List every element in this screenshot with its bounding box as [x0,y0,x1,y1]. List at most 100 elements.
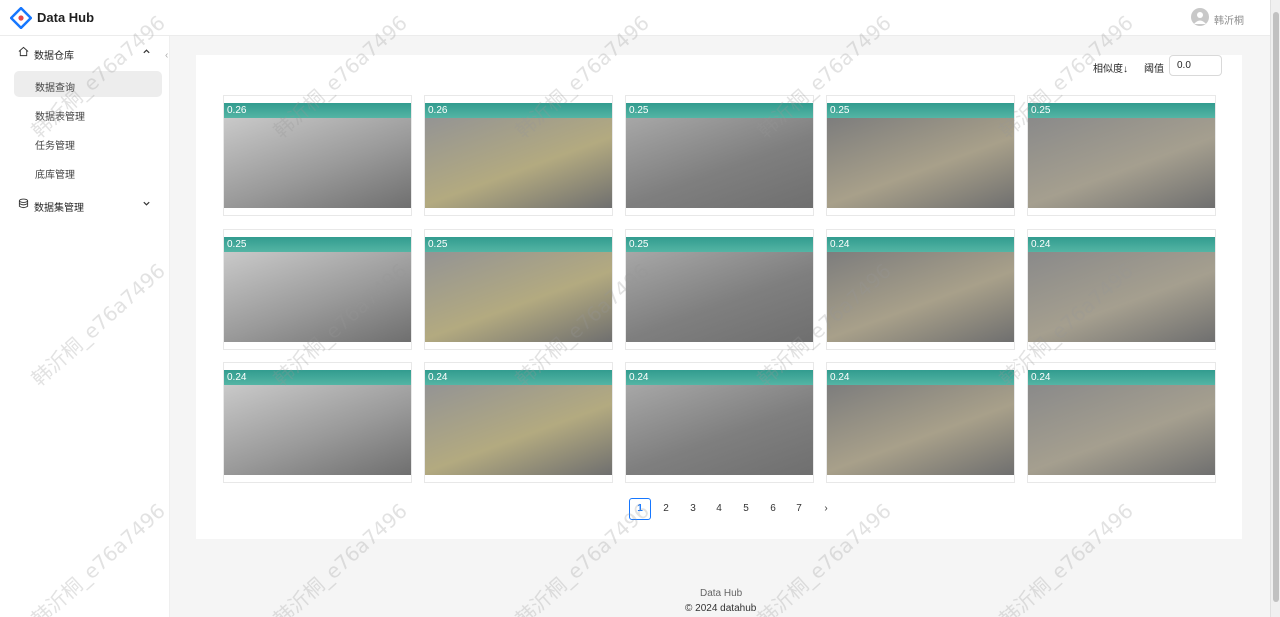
similarity-score: 0.25 [629,105,649,116]
road-scene-image [1028,252,1215,342]
road-scene-image [626,385,813,475]
result-card[interactable]: 0.24 [826,229,1015,350]
result-card[interactable]: 0.26 [223,95,412,216]
page-4[interactable]: 4 [708,498,730,520]
chevron-up-icon [143,49,150,54]
result-card[interactable]: 0.25 [1027,95,1216,216]
home-icon [18,46,29,57]
result-image[interactable]: 0.25 [626,103,813,208]
sidebar-item-task-management[interactable]: 任务管理 [14,129,162,155]
avatar[interactable] [1191,8,1209,26]
page-7[interactable]: 7 [788,498,810,520]
results-panel: 相似度↓ 阈值 0.26 0.26 0.25 0.25 0.25 0.25 0.25 0.25… [196,55,1242,539]
result-image[interactable]: 0.24 [1028,237,1215,342]
score-bar [1028,237,1215,252]
result-image[interactable]: 0.24 [224,370,411,475]
sidebar-item-table-management[interactable]: 数据表管理 [14,100,162,126]
road-scene-image [1028,118,1215,208]
sidebar-item-label: 数据表管理 [35,112,85,123]
database-icon [18,198,29,209]
score-bar [827,237,1014,252]
menu-group-label: 数据集管理 [34,203,84,214]
score-bar [827,103,1014,118]
road-scene-image [425,385,612,475]
user-icon [1194,12,1206,24]
road-scene-image [425,118,612,208]
road-scene-image [626,252,813,342]
result-image[interactable]: 0.24 [1028,370,1215,475]
sidebar-item-label: 数据查询 [35,83,75,94]
sort-similarity-button[interactable]: 相似度↓ [1093,60,1128,75]
footer-app-name: Data Hub [700,588,743,599]
score-bar [425,103,612,118]
result-image[interactable]: 0.24 [626,370,813,475]
score-bar [626,237,813,252]
similarity-score: 0.24 [428,372,448,383]
similarity-score: 0.26 [227,105,247,116]
score-bar [224,237,411,252]
road-scene-image [1028,385,1215,475]
result-card[interactable]: 0.25 [826,95,1015,216]
result-image[interactable]: 0.24 [827,370,1014,475]
menu-group-dataset-management[interactable]: 数据集管理 [0,189,170,219]
result-card[interactable]: 0.24 [1027,362,1216,483]
result-image[interactable]: 0.24 [425,370,612,475]
chevron-down-icon [143,201,150,206]
collapse-sidebar-icon[interactable]: ‹ [165,50,175,62]
similarity-score: 0.24 [830,372,850,383]
result-card[interactable]: 0.25 [223,229,412,350]
top-header: Data Hub 韩沂桐 [0,0,1270,36]
result-card[interactable]: 0.25 [625,95,814,216]
page-1[interactable]: 1 [629,498,651,520]
score-bar [425,237,612,252]
page-3[interactable]: 3 [682,498,704,520]
result-card[interactable]: 0.24 [1027,229,1216,350]
page-2[interactable]: 2 [655,498,677,520]
similarity-score: 0.24 [1031,372,1051,383]
similarity-score: 0.25 [1031,105,1051,116]
logo-icon[interactable] [10,7,32,29]
result-image[interactable]: 0.26 [425,103,612,208]
threshold-input[interactable] [1169,55,1222,76]
road-scene-image [827,385,1014,475]
score-bar [425,370,612,385]
similarity-score: 0.25 [830,105,850,116]
result-card[interactable]: 0.24 [424,362,613,483]
result-card[interactable]: 0.24 [625,362,814,483]
result-card[interactable]: 0.26 [424,95,613,216]
road-scene-image [224,118,411,208]
score-bar [224,370,411,385]
result-card[interactable]: 0.25 [424,229,613,350]
page-scrollbar[interactable] [1270,0,1280,617]
scrollbar-thumb[interactable] [1273,12,1279,602]
result-image[interactable]: 0.25 [224,237,411,342]
score-bar [626,103,813,118]
page-6[interactable]: 6 [762,498,784,520]
result-image[interactable]: 0.25 [626,237,813,342]
similarity-score: 0.24 [830,239,850,250]
road-scene-image [827,118,1014,208]
result-card[interactable]: 0.24 [826,362,1015,483]
score-bar [626,370,813,385]
username[interactable]: 韩沂桐 [1214,12,1244,27]
result-image[interactable]: 0.25 [827,103,1014,208]
result-image[interactable]: 0.26 [224,103,411,208]
result-image[interactable]: 0.25 [1028,103,1215,208]
next-page-button[interactable]: › [815,498,837,520]
sidebar-item-base-library[interactable]: 底库管理 [14,158,162,184]
result-card[interactable]: 0.25 [625,229,814,350]
similarity-score: 0.24 [629,372,649,383]
sidebar-item-data-query[interactable]: 数据查询 [14,71,162,97]
result-card[interactable]: 0.24 [223,362,412,483]
result-image[interactable]: 0.25 [425,237,612,342]
road-scene-image [626,118,813,208]
score-bar [1028,103,1215,118]
score-bar [1028,370,1215,385]
threshold-label: 阈值 [1144,64,1164,75]
menu-group-label: 数据仓库 [34,51,74,62]
result-image[interactable]: 0.24 [827,237,1014,342]
app-title[interactable]: Data Hub [37,10,94,25]
menu-group-data-warehouse[interactable]: 数据仓库 [0,37,170,67]
similarity-score: 0.25 [629,239,649,250]
page-5[interactable]: 5 [735,498,757,520]
